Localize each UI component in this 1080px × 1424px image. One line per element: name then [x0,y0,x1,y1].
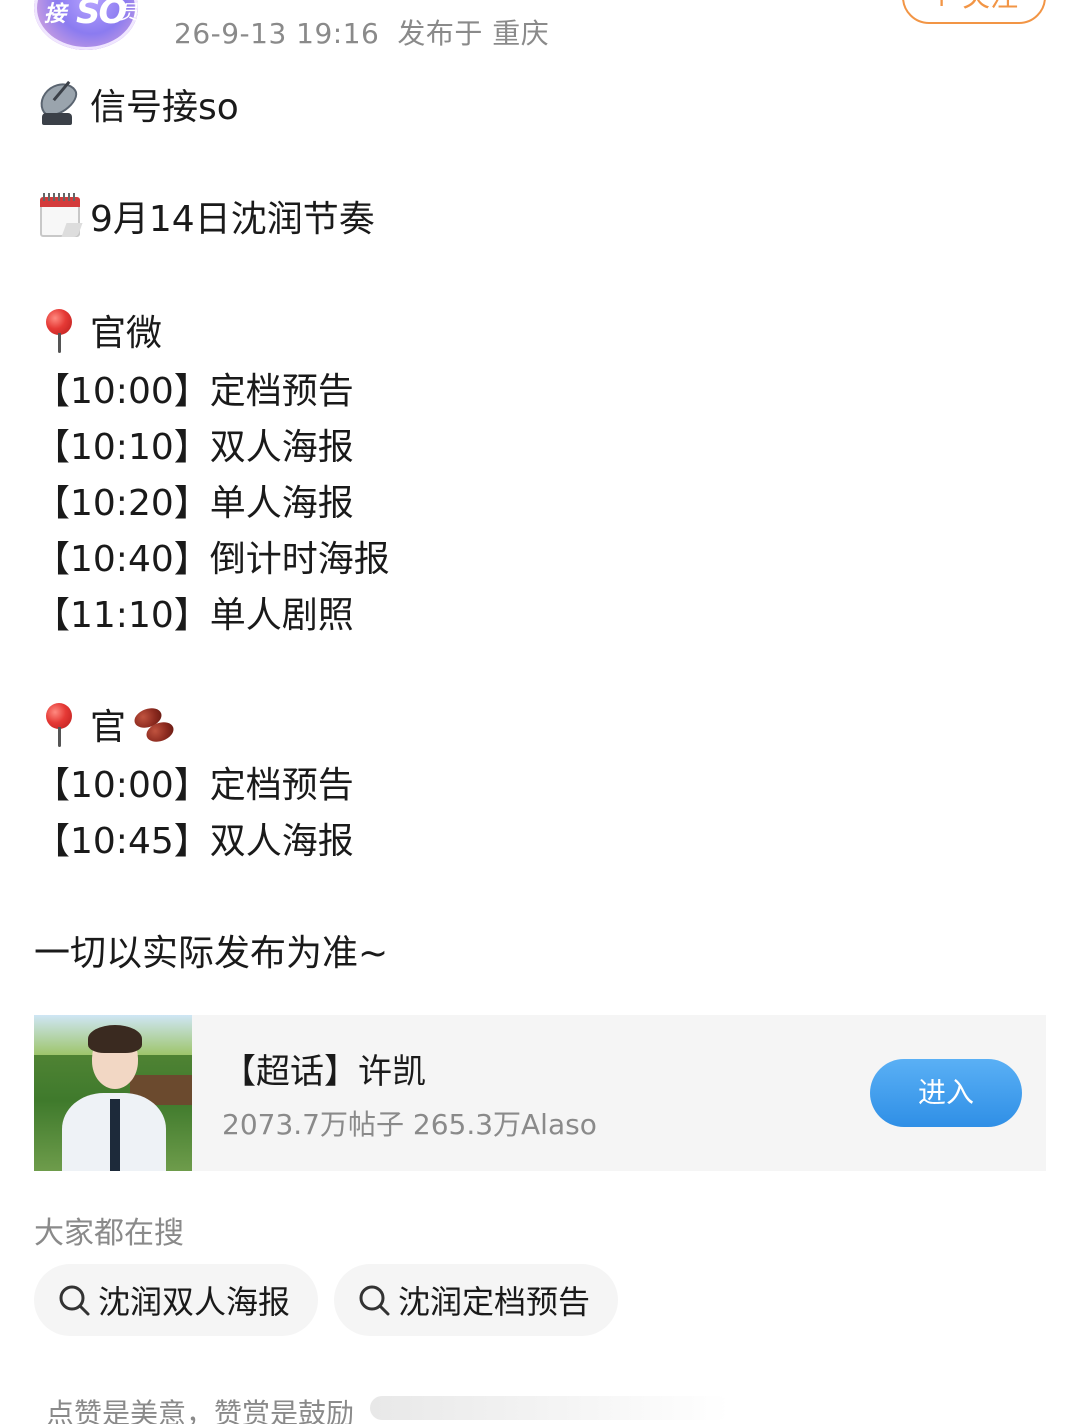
schedule-item: 【10:20】单人海报 [34,483,354,524]
supertopic-info: 【超话】许凯 2073.7万帖子 265.3万Alaso [222,1044,870,1143]
satellite-dish-icon [33,76,84,129]
post-meta: 26-9-13 19:16 发布于 重庆 [174,12,549,52]
calendar-icon [34,191,84,241]
avatar-text-side: 员 [118,0,138,24]
follow-button[interactable]: + 关注 [902,0,1046,24]
post-line-date: 9月14日沈润节奏 [34,190,375,242]
weibo-post-page: 接 SO 员 26-9-13 19:16 发布于 重庆 + 关注 信号接so 9月… [0,0,1080,1424]
search-chip-label: 沈润双人海报 [98,1283,291,1321]
enter-button[interactable]: 进入 [870,1059,1022,1127]
post-line-signal: 信号接so [33,76,239,130]
search-icon [59,1285,90,1316]
section2-heading: 官 [34,698,188,750]
trending-search-label: 大家都在搜 [34,1216,184,1251]
avatar-text-main: 接 [44,2,67,27]
pushpin-icon [34,699,84,749]
supertopic-stats: 2073.7万帖子 265.3万Alaso [222,1107,597,1141]
search-chip[interactable]: 沈润双人海报 [34,1264,319,1336]
schedule-item: 【10:00】定档预告 [34,765,354,806]
supertopic-title: 【超话】许凯 [222,1051,426,1092]
schedule-item: 【10:00】定档预告 [34,371,354,412]
beans-icon [131,699,182,749]
search-chip-label: 沈润定档预告 [398,1283,591,1321]
schedule-item: 【10:45】双人海报 [34,821,354,862]
section2-title: 官 [90,707,127,748]
pushpin-icon [34,305,84,355]
post-timestamp: 26-9-13 19:16 [174,17,380,50]
supertopic-thumbnail [34,1015,192,1171]
post-line-signal-text: 信号接so [90,87,239,128]
post-location: 发布于 重庆 [397,17,550,50]
schedule-item: 【11:10】单人剧照 [34,595,354,636]
closing-note: 一切以实际发布为准~ [34,933,389,974]
search-icon [359,1285,390,1316]
avatar[interactable]: 接 SO 员 [34,0,138,50]
search-chip[interactable]: 沈润定档预告 [334,1264,619,1336]
supertopic-card[interactable]: 【超话】许凯 2073.7万帖子 265.3万Alaso 进入 [34,1015,1046,1171]
schedule-item: 【10:10】双人海报 [34,427,354,468]
schedule-item: 【10:40】倒计时海报 [34,539,390,580]
reward-bar [370,1396,730,1420]
reward-note: 点赞是美意，赞赏是鼓励 [46,1397,355,1424]
post-line-date-text: 9月14日沈润节奏 [90,199,375,240]
section1-heading: 官微 [34,304,162,356]
section1-title: 官微 [90,313,163,354]
